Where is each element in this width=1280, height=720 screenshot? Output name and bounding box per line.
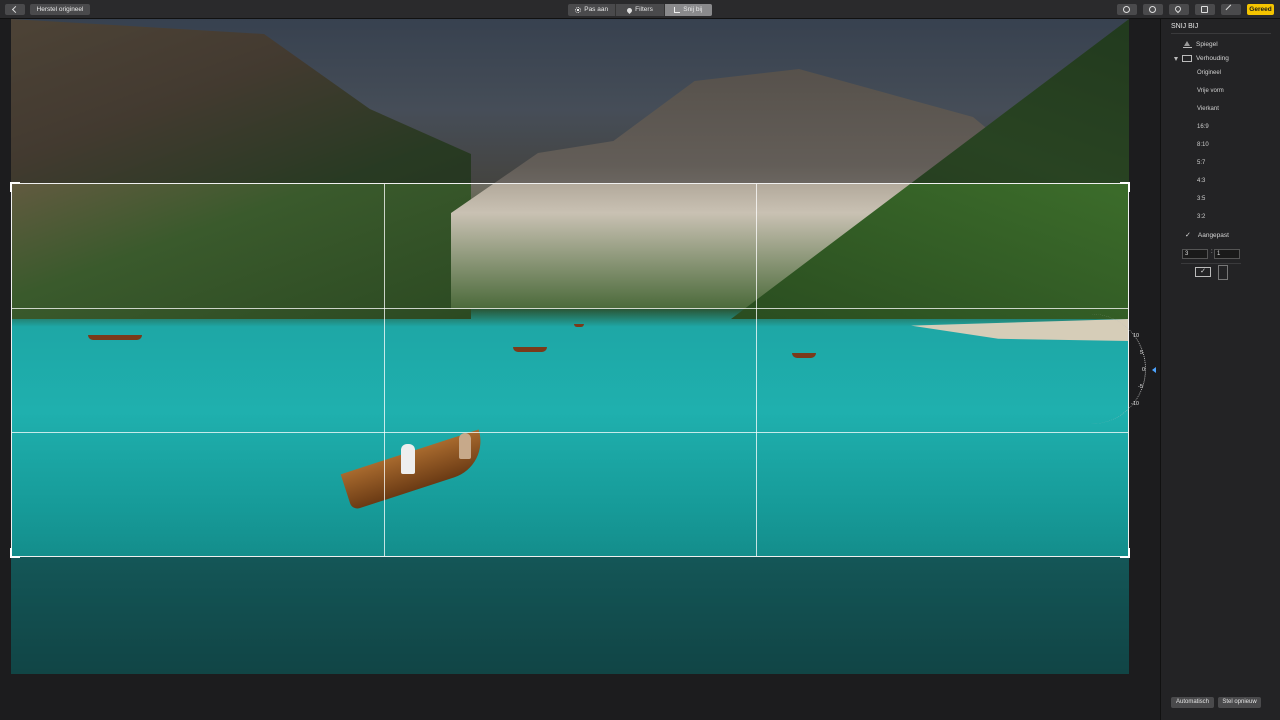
grid-line-horizontal	[12, 307, 1128, 309]
crop-handle-bottom-left[interactable]	[10, 548, 20, 558]
revert-to-original-button[interactable]: Herstel origineel	[30, 4, 90, 15]
crop-frame[interactable]	[10, 182, 1130, 558]
dial-arc	[1086, 314, 1146, 424]
grid-line-horizontal	[12, 431, 1128, 433]
ratio-separator: :	[1211, 249, 1213, 255]
portrait-orientation-button[interactable]	[1218, 265, 1228, 280]
divider	[1181, 263, 1241, 264]
tab-filters[interactable]: Filters	[616, 4, 665, 16]
aspect-label: Verhouding	[1196, 55, 1229, 62]
favorite-button[interactable]	[1169, 4, 1189, 15]
info-button[interactable]	[1117, 4, 1137, 15]
more-icon	[1149, 6, 1156, 13]
aspect-ratio-icon	[1182, 55, 1192, 62]
dial-label: -10	[1131, 401, 1139, 407]
crop-handle-top-right[interactable]	[1120, 182, 1130, 192]
ratio-height-input[interactable]: 1	[1214, 249, 1240, 259]
done-button[interactable]: Gereed	[1247, 4, 1274, 15]
aspect-option[interactable]: 5:7	[1197, 160, 1205, 166]
dial-label: 5	[1140, 350, 1144, 356]
image-canvas: 10 5 0 -5 -10	[0, 19, 1160, 720]
aspect-toggle[interactable]: Verhouding	[1174, 55, 1229, 62]
checkmark-icon: ✓	[1185, 232, 1191, 239]
back-button[interactable]	[5, 4, 25, 15]
grid-line-vertical	[383, 184, 385, 556]
landscape-orientation-button[interactable]: ✓	[1195, 267, 1211, 277]
rotate-icon	[1201, 6, 1208, 13]
aspect-option[interactable]: 3:2	[1197, 214, 1205, 220]
aspect-option-custom[interactable]: ✓ Aangepast	[1185, 231, 1229, 240]
flip-button[interactable]: Spiegel	[1183, 41, 1218, 48]
aspect-option[interactable]: Origineel	[1197, 70, 1221, 76]
enhance-button[interactable]	[1221, 4, 1241, 15]
tab-crop-label: Snij bij	[683, 6, 703, 13]
flip-icon	[1183, 41, 1192, 48]
tab-filters-label: Filters	[635, 6, 653, 13]
aspect-option[interactable]: 3:5	[1197, 196, 1205, 202]
rotate-button[interactable]	[1195, 4, 1215, 15]
crop-icon	[674, 7, 681, 13]
checkmark-icon: ✓	[1200, 268, 1206, 275]
heart-icon	[1173, 4, 1183, 14]
edit-mode-tabs: Pas aan Filters Snij bij	[568, 4, 712, 16]
aspect-option[interactable]: Vierkant	[1197, 106, 1219, 112]
crop-mask-top	[11, 19, 1129, 183]
crop-handle-bottom-right[interactable]	[1120, 548, 1130, 558]
aspect-option[interactable]: Vrije vorm	[1197, 88, 1224, 94]
ratio-width-input[interactable]: 3	[1182, 249, 1208, 259]
grid-line-vertical	[755, 184, 757, 556]
reset-button[interactable]: Stel opnieuw	[1218, 697, 1261, 708]
wand-icon	[1225, 4, 1236, 15]
tab-crop[interactable]: Snij bij	[664, 4, 712, 16]
crop-sidebar: SNIJ BIJ Spiegel Verhouding Origineel Vr…	[1160, 19, 1280, 720]
rotation-dial[interactable]: 10 5 0 -5 -10	[1126, 314, 1158, 424]
divider	[1171, 33, 1271, 34]
drop-icon	[626, 6, 634, 14]
more-button[interactable]	[1143, 4, 1163, 15]
aspect-option[interactable]: 4:3	[1197, 178, 1205, 184]
auto-button[interactable]: Automatisch	[1171, 697, 1214, 708]
dial-label: 10	[1133, 333, 1140, 339]
aspect-option[interactable]: 16:9	[1197, 124, 1209, 130]
sidebar-title: SNIJ BIJ	[1171, 23, 1199, 30]
tab-adjust[interactable]: Pas aan	[568, 4, 617, 16]
info-icon	[1123, 6, 1130, 13]
right-toolbar: Gereed	[1117, 4, 1274, 15]
top-toolbar: Herstel origineel Pas aan Filters Snij b…	[0, 0, 1280, 19]
dial-pointer-icon	[1152, 367, 1156, 373]
crop-mask-bottom	[11, 557, 1129, 674]
disclosure-triangle-icon	[1174, 56, 1178, 61]
flip-label: Spiegel	[1196, 41, 1218, 48]
aspect-option[interactable]: 8:10	[1197, 142, 1209, 148]
custom-label: Aangepast	[1197, 231, 1229, 239]
dial-label: -5	[1138, 384, 1143, 390]
crop-handle-top-left[interactable]	[10, 182, 20, 192]
tab-adjust-label: Pas aan	[584, 6, 609, 13]
sun-icon	[575, 7, 582, 13]
dial-label: 0	[1142, 367, 1146, 373]
